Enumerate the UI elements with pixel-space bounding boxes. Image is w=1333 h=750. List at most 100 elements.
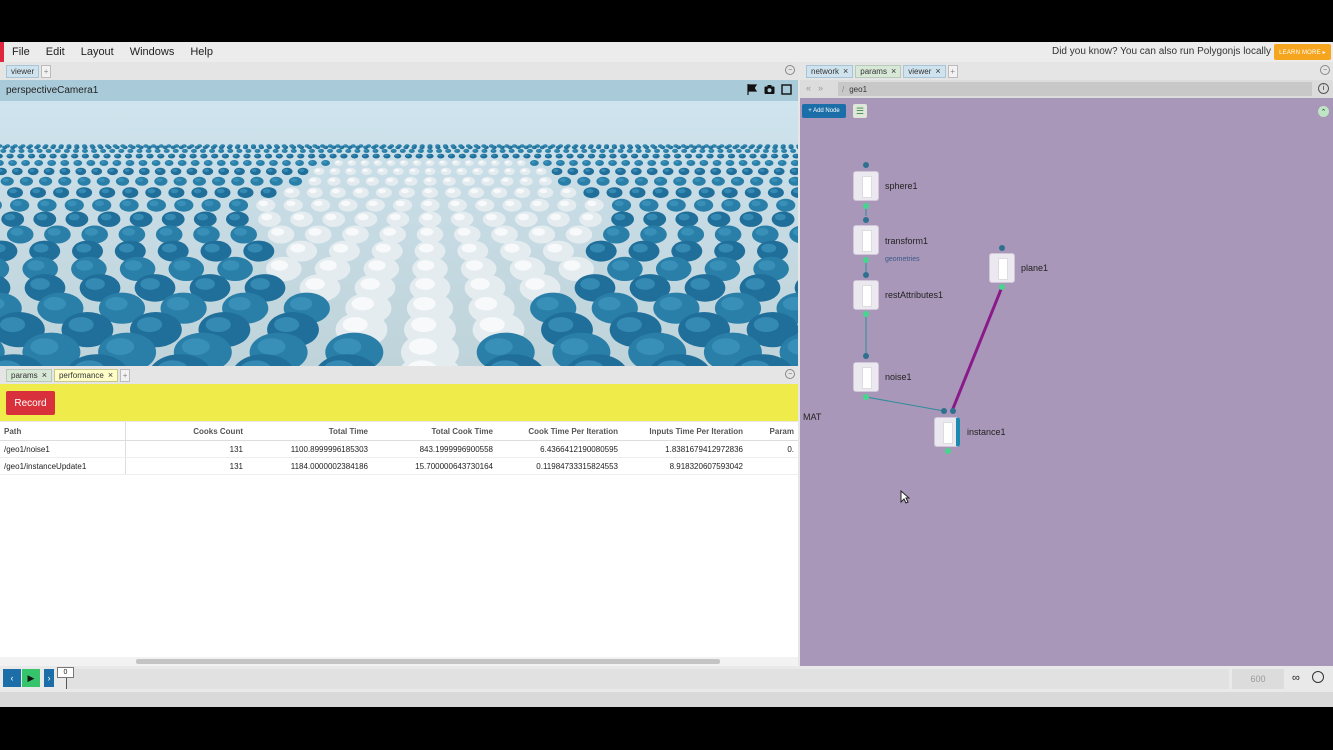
clock-icon[interactable] bbox=[1312, 671, 1324, 683]
menu-file[interactable]: File bbox=[4, 46, 38, 58]
scene-blob-highlight bbox=[578, 154, 582, 157]
scene-blob-highlight bbox=[516, 188, 525, 194]
col-path[interactable]: Path bbox=[0, 422, 126, 440]
scene-blob-highlight bbox=[711, 168, 718, 172]
col-cooks-count[interactable]: Cooks Count bbox=[126, 427, 247, 436]
scene-blob-highlight bbox=[367, 178, 374, 182]
scene-blob-highlight bbox=[85, 228, 98, 236]
scene-blob-highlight bbox=[309, 154, 313, 157]
timeline-track[interactable] bbox=[66, 669, 1229, 689]
scene-blob-highlight bbox=[484, 338, 513, 355]
scene-blob-highlight bbox=[761, 243, 777, 253]
scene-blob-highlight bbox=[290, 243, 306, 253]
loop-icon[interactable]: ∞ bbox=[1292, 672, 1300, 684]
node-instance1[interactable] bbox=[934, 417, 960, 447]
close-icon[interactable]: × bbox=[42, 370, 47, 380]
scene-blob-highlight bbox=[161, 243, 177, 253]
scene-blob-highlight bbox=[409, 149, 413, 152]
scene-blob-highlight bbox=[739, 160, 745, 164]
scene-blob-highlight bbox=[645, 149, 649, 152]
node-sphere1[interactable] bbox=[853, 171, 879, 201]
tab-viewer[interactable]: viewer bbox=[6, 64, 40, 78]
col-total-time[interactable]: Total Time bbox=[247, 427, 372, 436]
scene-blob-highlight bbox=[336, 144, 339, 147]
scene-blob-highlight bbox=[632, 243, 648, 253]
scene-blob-highlight bbox=[636, 146, 640, 148]
col-param[interactable]: Param bbox=[747, 427, 798, 436]
table-row[interactable]: /geo1/noise1 131 1100.8999996185303 843.… bbox=[0, 441, 798, 458]
scene-blob-highlight bbox=[205, 160, 210, 164]
current-frame[interactable]: 0 bbox=[57, 667, 74, 678]
col-inputs-time-per-iteration[interactable]: Inputs Time Per Iteration bbox=[622, 427, 747, 436]
node-label-noise1: noise1 bbox=[885, 372, 912, 382]
scene-blob-highlight bbox=[708, 146, 712, 148]
scene-blob-highlight bbox=[423, 200, 433, 207]
add-tab-button[interactable]: + bbox=[120, 368, 131, 382]
scene-blob-highlight bbox=[446, 149, 449, 152]
panel-menu-icon[interactable]: − bbox=[785, 65, 795, 75]
node-transform1[interactable] bbox=[853, 225, 879, 255]
step-back-button[interactable]: ‹ bbox=[3, 669, 21, 687]
scene-blob-highlight bbox=[136, 178, 144, 182]
3d-viewport[interactable] bbox=[0, 101, 798, 366]
scene-blob-highlight bbox=[550, 213, 562, 221]
node-restattributes1[interactable] bbox=[853, 280, 879, 310]
col-total-cook-time[interactable]: Total Cook Time bbox=[372, 427, 497, 436]
flag-icon[interactable] bbox=[747, 84, 758, 95]
scene-blob-highlight bbox=[750, 154, 754, 157]
tab-params[interactable]: params × bbox=[6, 368, 52, 382]
menu-help[interactable]: Help bbox=[182, 46, 221, 58]
scene-blob-highlight bbox=[493, 188, 502, 194]
scene-blob-highlight bbox=[287, 154, 291, 157]
end-frame-input[interactable]: 600 bbox=[1232, 669, 1284, 689]
scene-blob-highlight bbox=[557, 160, 562, 164]
scene-blob-highlight bbox=[243, 146, 247, 148]
learn-more-button[interactable]: LEARN MORE ▸ bbox=[1274, 44, 1331, 60]
scene-blob-highlight bbox=[612, 260, 630, 271]
scene-blob-highlight bbox=[93, 154, 98, 157]
scene-blob-highlight bbox=[660, 146, 664, 148]
scene-blob-highlight bbox=[727, 168, 733, 172]
menu-edit[interactable]: Edit bbox=[38, 46, 73, 58]
scene-blob-highlight bbox=[355, 149, 358, 152]
add-tab-button[interactable]: + bbox=[41, 64, 52, 78]
scene-blob-highlight bbox=[420, 146, 423, 148]
scene-blob-highlight bbox=[781, 149, 785, 152]
scene-blob-highlight bbox=[360, 278, 380, 290]
menu-windows[interactable]: Windows bbox=[122, 46, 183, 58]
horizontal-scrollbar[interactable] bbox=[0, 657, 798, 666]
close-icon[interactable]: × bbox=[108, 370, 113, 380]
play-button[interactable]: ▶ bbox=[22, 669, 40, 687]
scene-blob-highlight bbox=[562, 188, 571, 194]
table-row[interactable]: /geo1/instanceUpdate1 131 1184.000000238… bbox=[0, 458, 798, 475]
record-button[interactable]: Record bbox=[6, 391, 55, 415]
scene-blob-highlight bbox=[47, 228, 61, 236]
fullscreen-icon[interactable] bbox=[781, 84, 792, 95]
scene-blob-highlight bbox=[653, 154, 657, 157]
node-noise1[interactable] bbox=[853, 362, 879, 392]
col-cook-time-per-iteration[interactable]: Cook Time Per Iteration bbox=[497, 427, 622, 436]
node-plane1[interactable] bbox=[989, 253, 1015, 283]
scene-blob-highlight bbox=[539, 188, 548, 194]
tab-performance[interactable]: performance × bbox=[53, 368, 119, 382]
scrollbar-thumb[interactable] bbox=[136, 659, 720, 664]
scene-blob-highlight bbox=[265, 154, 270, 157]
scene-blob-highlight bbox=[675, 243, 691, 253]
menu-layout[interactable]: Layout bbox=[73, 46, 122, 58]
scene-blob-highlight bbox=[696, 154, 700, 157]
step-forward-button[interactable]: › bbox=[44, 669, 54, 687]
scene-blob-highlight bbox=[146, 149, 150, 152]
panel-menu-icon[interactable]: − bbox=[785, 369, 795, 379]
scene-blob-highlight bbox=[583, 160, 588, 164]
scene-blob-highlight bbox=[187, 146, 190, 148]
camera-icon[interactable] bbox=[764, 84, 775, 95]
scene-blob-highlight bbox=[790, 178, 797, 182]
scene-instance-blob bbox=[0, 144, 3, 148]
scene-blob-highlight bbox=[600, 168, 606, 172]
scene-blob-highlight bbox=[18, 154, 22, 157]
scene-blob-highlight bbox=[132, 213, 144, 221]
scene-blob-highlight bbox=[341, 154, 345, 157]
scene-blob-highlight bbox=[140, 168, 146, 172]
scene-blob-highlight bbox=[164, 213, 176, 221]
scene-blob-highlight bbox=[590, 243, 605, 253]
